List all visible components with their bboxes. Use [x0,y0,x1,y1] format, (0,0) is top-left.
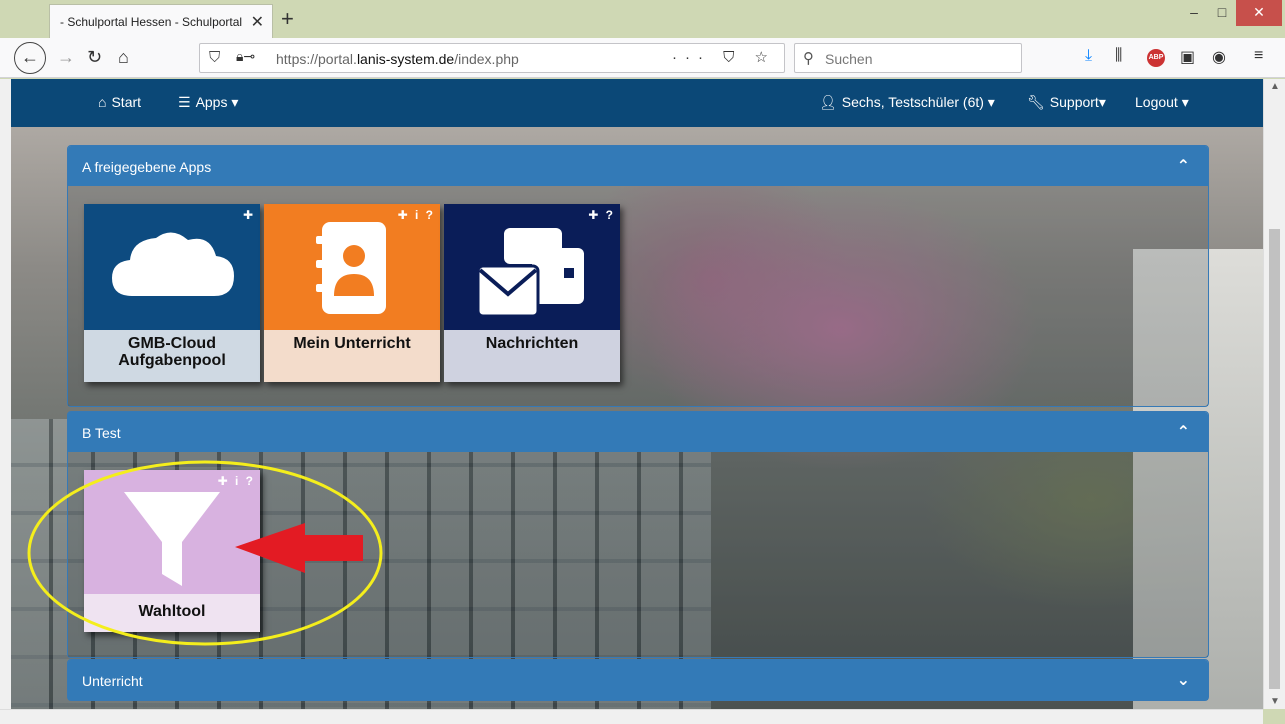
library-icon[interactable]: ⫼ [1115,47,1122,65]
tile-label: Mein Unterricht [264,330,440,382]
search-icon: ⚲ [803,50,814,67]
panel-title: B Test [82,425,121,441]
sidebar-icon[interactable]: ▣ [1180,47,1195,67]
browser-tab[interactable]: - Schulportal Hessen - Schulportal Hesse… [49,4,273,38]
filter-icon [124,492,220,586]
panel-title: A freigegebene Apps [82,159,212,175]
cloud-icon [112,232,234,296]
tile-flag-icons[interactable]: ✚ i ? [398,208,435,222]
new-tab-button[interactable]: + [281,6,294,32]
list-icon: ☰ [178,94,191,110]
tile-label: Wahltool [84,594,260,632]
download-icon[interactable]: ⤓ [1085,47,1092,65]
app-tile-wahltool[interactable]: ✚ i ? Wahltool [84,470,260,632]
close-tab-icon[interactable]: ✕ [251,12,264,32]
nav-logout[interactable]: Logout ▾ [1135,94,1189,111]
minimize-button[interactable]: – [1180,0,1208,26]
maximize-button[interactable]: □ [1208,0,1236,26]
tile-label: Nachrichten [444,330,620,382]
panel-body: ✚ GMB-Cloud Aufgabenpool ✚ i ? Mein Unte… [68,186,1208,406]
left-edge [0,79,11,709]
home-icon[interactable]: ⌂ [118,46,129,68]
nav-support[interactable]: 🔧︎ Support▾ [1027,94,1106,111]
browser-navbar: ← → ↻ ⌂ ⛉ 🔒︎⊸ https://portal.lanis-syste… [0,38,1285,78]
search-placeholder: Suchen [825,51,873,67]
wrench-icon: 🔧︎ [1027,94,1045,110]
search-input[interactable]: ⚲ Suchen [794,43,1022,73]
app-tile-mein-unterricht[interactable]: ✚ i ? Mein Unterricht [264,204,440,382]
chevron-up-icon[interactable]: ⌃ [1177,156,1190,176]
nav-apps[interactable]: ☰ Apps ▾ [178,94,238,111]
address-book-icon [316,222,386,314]
nav-start[interactable]: ⌂ Start [98,94,141,110]
back-button[interactable]: ← [14,42,46,74]
panel-freigegebene-apps: A freigegebene Apps ⌃ ✚ GMB-Cloud Aufgab… [67,145,1209,407]
menu-icon[interactable]: ≡ [1254,47,1263,65]
panel-header[interactable]: Unterricht ⌄ [68,660,1208,700]
forward-icon[interactable]: → [57,46,75,68]
scrollbar-thumb[interactable] [1269,229,1280,689]
nav-user[interactable]: 👤︎ Sechs, Testschüler (6t) ▾ [819,94,995,111]
tile-icon-area: ✚ ? [444,204,620,330]
close-window-button[interactable]: ✕ [1236,0,1282,26]
lock-icon[interactable]: 🔒︎⊸ [236,48,255,65]
url-bar[interactable]: ⛉ 🔒︎⊸ https://portal.lanis-system.de/ind… [199,43,785,73]
chevron-up-icon[interactable]: ⌃ [1177,422,1190,442]
tile-flag-icons[interactable]: ✚ ? [588,208,615,222]
app-tile-gmb-cloud[interactable]: ✚ GMB-Cloud Aufgabenpool [84,204,260,382]
panel-header[interactable]: A freigegebene Apps ⌃ [68,146,1208,186]
home-icon: ⌂ [98,94,107,110]
portal-topnav: ⌂ Start ☰ Apps ▾ 👤︎ Sechs, Testschüler (6t)… [11,79,1263,127]
tracking-shield-icon[interactable]: ⛉ [209,49,220,66]
tile-icon-area: ✚ i ? [264,204,440,330]
panel-b-test: B Test ⌃ ✚ i ? Wahltool [67,411,1209,658]
chevron-down-icon[interactable]: ⌄ [1177,670,1190,690]
vertical-scrollbar[interactable]: ▲ ▼ [1263,79,1285,709]
scroll-down-icon[interactable]: ▼ [1270,696,1280,707]
pin-icon[interactable]: ✚ [243,208,255,222]
tile-label: GMB-Cloud Aufgabenpool [84,330,260,382]
scroll-up-icon[interactable]: ▲ [1270,81,1280,92]
panel-unterricht: Unterricht ⌄ [67,659,1209,701]
page-actions-icons[interactable]: ··· ⛉ ☆ [672,48,776,66]
user-icon: 👤︎ [819,94,837,110]
tile-icon-area: ✚ i ? [84,470,260,594]
tab-title: - Schulportal Hessen - Schulportal Hesse… [60,14,244,29]
tile-flag-icons[interactable]: ✚ i ? [218,474,255,488]
app-tile-nachrichten[interactable]: ✚ ? Nachrichten [444,204,620,382]
horizontal-scrollbar[interactable] [0,709,1263,724]
panel-body: ✚ i ? Wahltool [68,452,1208,657]
messages-icon [476,228,584,318]
browser-titlebar: - Schulportal Hessen - Schulportal Hesse… [0,0,1285,38]
account-icon[interactable]: ◉ [1212,47,1226,67]
panel-header[interactable]: B Test ⌃ [68,412,1208,452]
adblock-icon[interactable]: ABP [1147,49,1165,67]
reload-icon[interactable]: ↻ [87,46,102,68]
url-text[interactable]: https://portal.lanis-system.de/index.php [276,51,519,67]
tile-icon-area: ✚ [84,204,260,330]
page-viewport: ⌂ Start ☰ Apps ▾ 👤︎ Sechs, Testschüler (6t)… [11,79,1263,709]
panel-title: Unterricht [82,673,143,689]
